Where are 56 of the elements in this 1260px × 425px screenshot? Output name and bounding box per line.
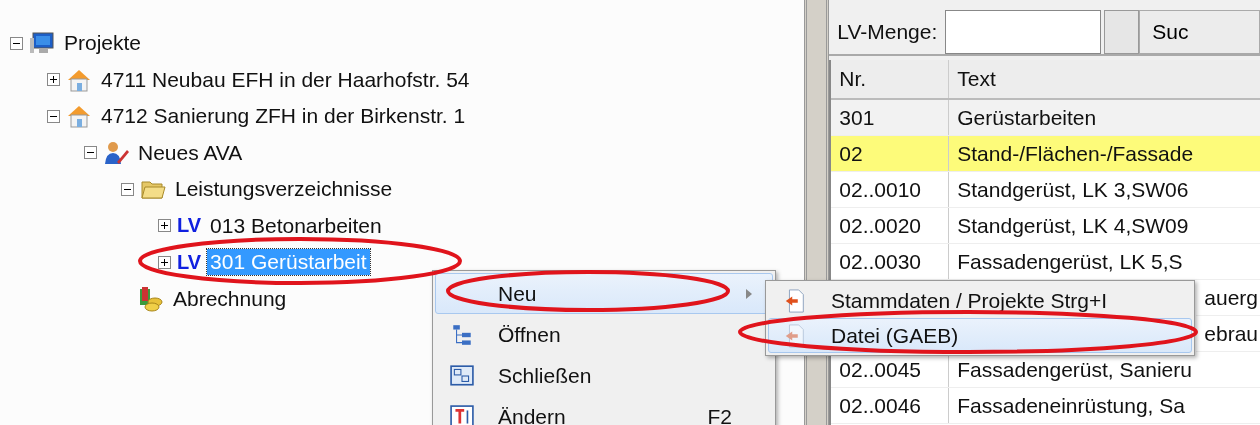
table-cell: Standgerüst, LK 4,SW09 — [957, 213, 1189, 238]
user-pencil-icon — [103, 139, 129, 166]
expand-box[interactable] — [158, 219, 171, 233]
table-row[interactable]: 301 Gerüstarbeiten — [831, 100, 1260, 136]
column-header[interactable]: Nr. — [831, 60, 950, 98]
table-cell: 02..0045 — [839, 357, 922, 382]
quantity-field[interactable] — [945, 10, 1102, 54]
window-icon — [450, 363, 474, 388]
expand-box[interactable] — [158, 255, 171, 269]
document-arrow-icon — [783, 288, 807, 313]
table-row[interactable]: 02..0020 Standgerüst, LK 4,SW09 — [831, 208, 1260, 244]
table-cell: 301 — [839, 105, 875, 130]
table-cell: Stand-/Flächen-/Fassade — [957, 141, 1194, 166]
search-button[interactable]: Suc — [1139, 10, 1260, 54]
table-cell: 02..0010 — [839, 177, 922, 202]
table-cell: 02..0020 — [839, 213, 922, 238]
table-cell: 02..0046 — [839, 393, 922, 418]
table-cell: 02 — [839, 141, 863, 166]
tree-list-icon — [450, 322, 474, 347]
tree-item[interactable]: 4712 Sanierung ZFH in der Birkenstr. 1 — [98, 103, 469, 130]
tree-item[interactable]: Projekte — [61, 30, 145, 57]
expand-box[interactable] — [47, 73, 60, 87]
column-header[interactable]: Text — [949, 60, 1260, 98]
menu-item[interactable]: Ändern F2 — [435, 396, 773, 425]
lv-label: LV — [177, 250, 202, 274]
menu-item[interactable]: Schließen — [435, 355, 773, 396]
table-cell: auerg — [1204, 285, 1258, 310]
collapse-box[interactable] — [84, 146, 97, 160]
tree-item[interactable]: 4711 Neubau EFH in der Haarhofstr. 54 — [98, 66, 473, 93]
table-cell: Fassadengerüst, LK 5,S — [957, 249, 1183, 274]
table-row[interactable]: auerg — [1196, 280, 1260, 316]
table-cell: Fassadeneinrüstung, Sa — [957, 393, 1185, 418]
shortcut-label: F2 — [707, 404, 732, 425]
document-arrow-icon — [783, 323, 807, 348]
submenu-arrow-icon — [746, 288, 752, 299]
table-cell: 02..0030 — [839, 249, 922, 274]
table-cell: ebrau — [1204, 321, 1258, 346]
tree-item[interactable]: Abrechnung — [170, 285, 290, 312]
coins-icon — [138, 285, 164, 312]
house-icon — [66, 103, 92, 130]
table-cell: Gerüstarbeiten — [957, 105, 1097, 130]
collapse-box[interactable] — [47, 109, 60, 123]
table-row[interactable]: 02..0010 Standgerüst, LK 3,SW06 — [831, 172, 1260, 208]
lv-label: LV — [177, 214, 202, 238]
table-cell: Fassadengerüst, Sanieru — [957, 357, 1192, 382]
text-edit-icon — [450, 404, 474, 425]
table-row[interactable]: ebrau — [1196, 316, 1260, 352]
field-label: LV-Menge: — [836, 19, 939, 45]
tree-item[interactable]: Neues AVA — [135, 139, 246, 166]
tree-item[interactable]: 013 Betonarbeiten — [207, 212, 385, 239]
collapse-box[interactable] — [121, 182, 134, 196]
table-row[interactable]: 02 Stand-/Flächen-/Fassade — [831, 136, 1260, 172]
table-row[interactable]: 02..0046 Fassadeneinrüstung, Sa — [831, 388, 1260, 424]
table-cell: Standgerüst, LK 3,SW06 — [957, 177, 1189, 202]
collapse-box[interactable] — [10, 36, 23, 50]
tree-item[interactable]: Leistungsverzeichnisse — [172, 176, 396, 203]
